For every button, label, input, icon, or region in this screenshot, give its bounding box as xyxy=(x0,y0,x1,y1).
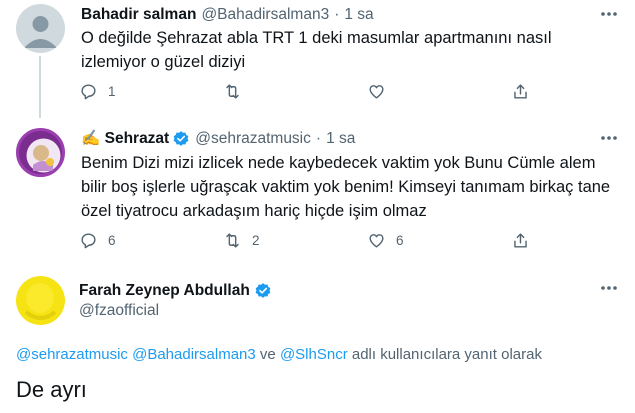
tweet-bahadir[interactable]: Bahadir salman @Bahadirsalman3 · 1 sa O … xyxy=(0,0,635,118)
tweet-text: O değilde Şehrazat abla TRT 1 deki masum… xyxy=(81,29,552,71)
more-icon[interactable] xyxy=(599,128,619,148)
share-button[interactable] xyxy=(511,82,530,101)
sehrazat-avatar[interactable] xyxy=(16,128,65,177)
tweet-sehrazat[interactable]: ✍️ Sehrazat @sehrazatmusic · 1 sa Benim … xyxy=(0,122,635,264)
tweet-actions: 6 2 6 xyxy=(79,231,530,250)
like-icon xyxy=(369,85,384,99)
retweet-icon xyxy=(226,233,239,248)
like-icon xyxy=(369,234,384,248)
verified-badge-icon xyxy=(255,283,271,298)
reply-icon xyxy=(81,84,96,100)
retweet-icon xyxy=(226,84,239,99)
retweet-button[interactable] xyxy=(223,82,367,101)
retweet-count: 2 xyxy=(252,233,260,248)
author-name-row: Farah Zeynep Abdullah xyxy=(79,282,272,300)
timestamp[interactable]: 1 sa xyxy=(326,130,355,148)
like-button[interactable] xyxy=(367,82,511,101)
retweet-button[interactable]: 2 xyxy=(223,231,367,250)
separator-dot: · xyxy=(334,6,340,23)
more-icon[interactable] xyxy=(599,278,619,298)
author-handle[interactable]: @Bahadirsalman3 xyxy=(201,6,329,24)
mention-link[interactable]: @SlhSncr xyxy=(280,346,348,363)
tweet-text: Benim Dizi mizi izlicek nede kaybedecek … xyxy=(81,154,611,220)
replying-to: @sehrazatmusic @Bahadirsalman3 ve @SlhSn… xyxy=(16,346,542,363)
separator-dot: · xyxy=(315,129,322,147)
reply-button[interactable]: 6 xyxy=(79,231,223,250)
author-name[interactable]: Bahadir salman xyxy=(81,6,196,24)
timestamp[interactable]: 1 sa xyxy=(344,6,373,24)
like-count: 6 xyxy=(396,233,404,248)
reply-button[interactable]: 1 xyxy=(79,82,223,101)
verified-badge-icon xyxy=(173,130,189,146)
and-text: ve xyxy=(255,346,280,363)
reply-suffix: adlı kullanıcılara yanıt olarak xyxy=(347,346,542,363)
thread-line xyxy=(39,56,41,118)
author-name[interactable]: ✍️ Sehrazat xyxy=(81,129,169,148)
author-handle[interactable]: @sehrazatmusic xyxy=(195,130,311,148)
reply-icon xyxy=(81,233,96,249)
like-button[interactable]: 6 xyxy=(367,231,511,250)
share-button[interactable] xyxy=(511,231,530,250)
reply-count: 6 xyxy=(108,233,116,248)
share-icon xyxy=(514,84,527,99)
mention-link[interactable]: @Bahadirsalman3 xyxy=(132,346,256,363)
more-icon[interactable] xyxy=(599,4,619,24)
tweet-header: ✍️ Sehrazat @sehrazatmusic · 1 sa xyxy=(81,129,355,148)
tweet-text: De ayrı xyxy=(16,377,87,402)
fza-avatar[interactable] xyxy=(16,276,65,325)
default-avatar-icon[interactable] xyxy=(16,4,65,53)
share-icon xyxy=(514,233,527,248)
author-handle[interactable]: @fzaofficial xyxy=(79,302,159,320)
reply-count: 1 xyxy=(108,84,116,99)
tweet-actions: 1 xyxy=(79,82,530,101)
mention-link[interactable]: @sehrazatmusic xyxy=(16,346,128,363)
author-name[interactable]: Farah Zeynep Abdullah xyxy=(79,282,250,300)
tweet-header: Bahadir salman @Bahadirsalman3 · 1 sa xyxy=(81,6,374,24)
